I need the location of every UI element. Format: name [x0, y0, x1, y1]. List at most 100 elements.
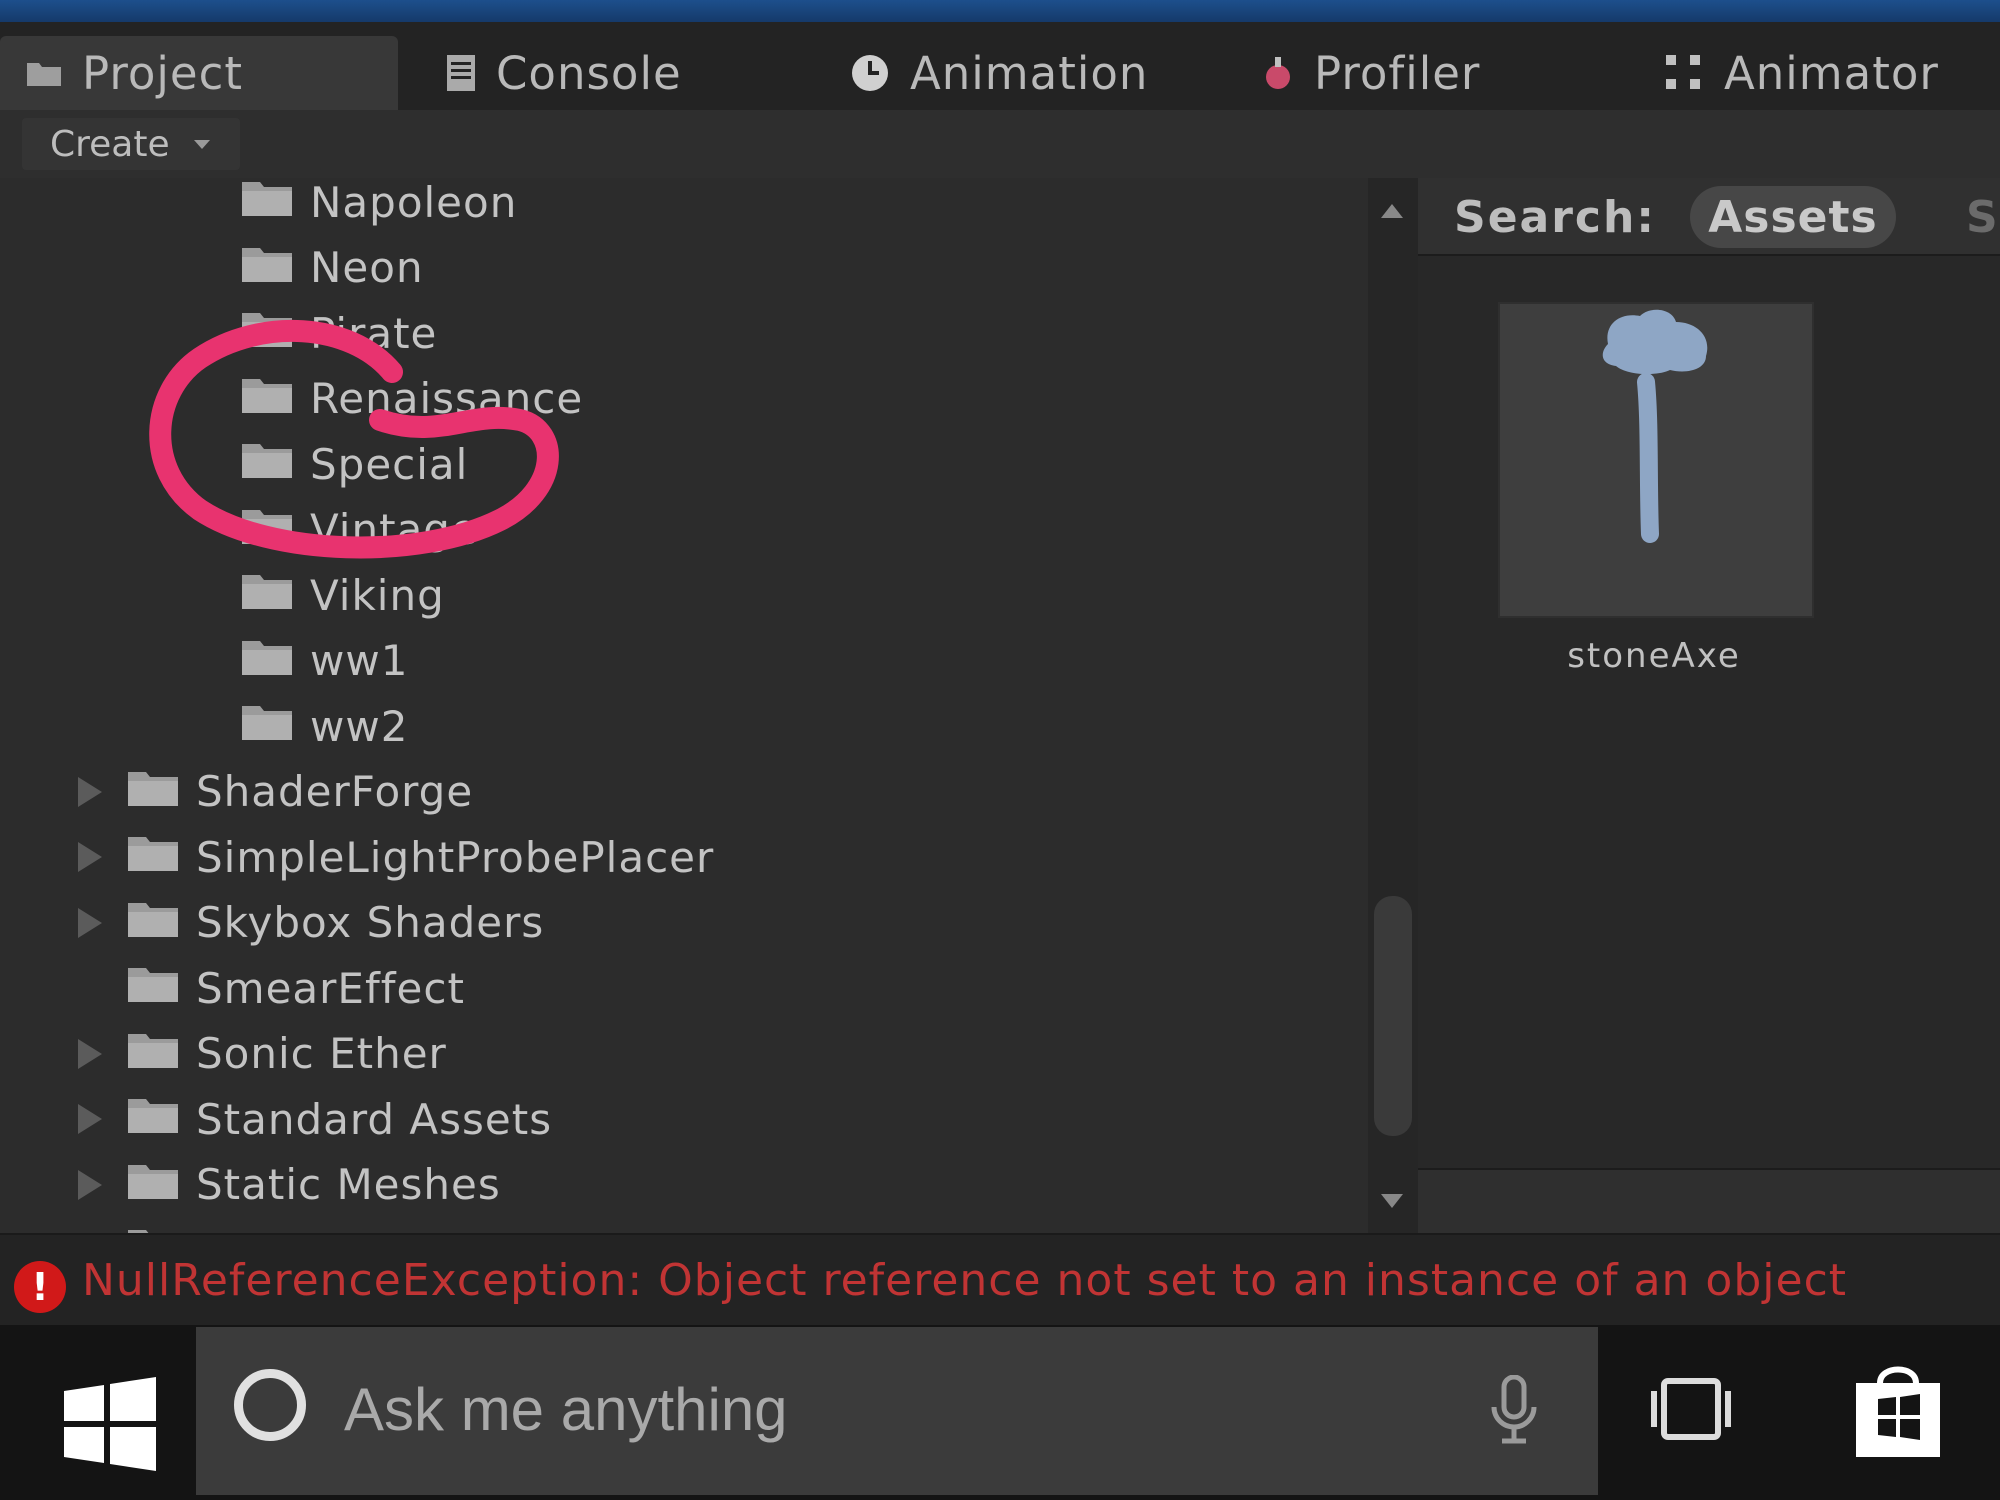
tree-item-folder[interactable]: ww2 [240, 696, 408, 756]
tab-label: Profiler [1314, 46, 1481, 100]
profiler-icon [1262, 55, 1294, 91]
folder-icon [126, 831, 180, 883]
tab-label: Animator [1724, 46, 1939, 100]
project-folder-tree: Napoleon Neon Pirate Renaissance Special Vint… [0, 178, 1368, 1233]
error-icon: ! [14, 1261, 66, 1313]
cortana-search-box[interactable]: Ask me anything [196, 1327, 1598, 1495]
tree-item-folder[interactable]: Viking [240, 565, 445, 625]
tree-item-label: Neon [310, 243, 424, 292]
tree-item-folder[interactable]: ShaderForge [126, 762, 473, 822]
tree-item-label: ww1 [310, 636, 409, 685]
tree-item-label: Viking [310, 570, 445, 620]
folder-icon [240, 242, 294, 294]
tree-item-folder[interactable]: ww1 [240, 631, 408, 691]
folder-icon [240, 438, 294, 490]
tree-item-folder[interactable]: Neon [240, 238, 424, 298]
search-scope-bar: Search: Assets S [1418, 178, 2000, 256]
scrollbar-thumb[interactable] [1374, 896, 1412, 1136]
tree-item-label: Pirate [310, 308, 438, 358]
tree-item-label: Standard Assets [196, 1094, 553, 1144]
tab-console[interactable]: Console [446, 36, 682, 110]
tree-item-folder[interactable]: SmearEffect [126, 958, 465, 1018]
asset-thumbnail[interactable] [1498, 302, 1814, 618]
create-label: Create [50, 123, 170, 165]
folder-icon [126, 1093, 180, 1145]
folder-icon [240, 373, 294, 425]
project-toolbar: Create [0, 110, 2000, 180]
tree-item-folder[interactable]: Renaissance [240, 369, 583, 429]
scroll-up-icon[interactable] [1381, 204, 1403, 218]
window-top-strip [0, 0, 2000, 22]
folder-icon [126, 1159, 180, 1211]
tree-scrollbar[interactable] [1368, 178, 1418, 1233]
expand-arrow-icon[interactable] [78, 842, 102, 872]
folder-icon [240, 569, 294, 621]
folder-icon [126, 897, 180, 949]
tab-label: Console [496, 46, 682, 100]
tab-profiler[interactable]: Profiler [1262, 36, 1480, 110]
expand-arrow-icon[interactable] [78, 1038, 102, 1069]
tree-item-folder[interactable]: Napoleon [240, 178, 517, 232]
tree-item-folder[interactable]: Pirate [240, 303, 437, 363]
expand-arrow-icon[interactable] [78, 907, 102, 938]
folder-icon [240, 700, 294, 752]
tab-project[interactable]: Project [0, 36, 398, 110]
tree-item-label: Renaissance [310, 374, 584, 423]
tree-item-label: SimpleLightProbePlacer [196, 832, 715, 882]
tree-item-folder[interactable]: Standard Assets [126, 1089, 552, 1149]
tree-item-folder[interactable]: Static Meshes [126, 1155, 501, 1215]
folder-icon [126, 962, 180, 1014]
task-view-icon[interactable] [1648, 1377, 1734, 1445]
tab-animator[interactable]: Animator [1664, 36, 1939, 110]
folder-icon [126, 1224, 180, 1233]
folder-icon [126, 1028, 180, 1080]
stone-axe-icon [1602, 309, 1708, 543]
error-message[interactable]: NullReferenceException: Object reference… [82, 1255, 1847, 1306]
create-dropdown-button[interactable]: Create [22, 118, 240, 170]
search-label: Search: [1454, 192, 1656, 243]
tree-item-folder[interactable]: SimpleLightProbePlacer [126, 827, 714, 887]
microphone-icon[interactable] [1488, 1374, 1540, 1449]
tree-item-label: Steampunk Assets [196, 1226, 602, 1234]
folder-icon [26, 59, 62, 87]
editor-tab-bar: Project Console Animation Profiler Anima… [0, 22, 2000, 110]
expand-arrow-icon[interactable] [78, 1104, 102, 1134]
tree-item-label: Vintage [310, 505, 478, 554]
folder-icon [240, 635, 294, 687]
asset-pane-footer [1418, 1168, 2000, 1235]
tree-item-label: Napoleon [310, 178, 518, 227]
windows-start-icon[interactable] [60, 1375, 160, 1475]
folder-icon [126, 766, 180, 818]
store-icon[interactable] [1850, 1361, 1946, 1465]
tree-item-folder[interactable]: Skybox Shaders [126, 893, 544, 953]
tab-label: Project [82, 46, 243, 100]
tab-label: Animation [910, 46, 1149, 100]
dropdown-arrow-icon [193, 139, 210, 149]
clock-icon [850, 53, 890, 93]
tree-item-folder[interactable]: Vintage [240, 500, 478, 560]
tree-item-label: Static Meshes [196, 1160, 501, 1209]
expand-arrow-icon[interactable] [78, 1169, 102, 1200]
tree-item-label: ww2 [310, 701, 409, 751]
folder-icon [240, 504, 294, 556]
console-status-bar[interactable]: ! NullReferenceException: Object referen… [0, 1233, 2000, 1327]
animator-icon [1664, 53, 1704, 93]
search-scope-assets[interactable]: Assets [1690, 186, 1896, 248]
tree-item-folder[interactable]: Steampunk Assets [126, 1220, 602, 1233]
tab-animation[interactable]: Animation [850, 36, 1148, 110]
tree-item-label: Skybox Shaders [196, 898, 545, 947]
folder-icon [240, 307, 294, 359]
console-icon [446, 54, 476, 92]
tree-item-label: Sonic Ether [196, 1029, 447, 1078]
tree-item-label: Special [310, 439, 469, 489]
tree-item-folder[interactable]: Sonic Ether [126, 1024, 447, 1084]
asset-browser-pane: Search: Assets S stoneAxe [1418, 178, 2000, 1235]
expand-arrow-icon[interactable] [78, 776, 102, 807]
tree-item-label: SmearEffect [196, 963, 465, 1013]
scroll-down-icon[interactable] [1381, 1194, 1403, 1208]
tree-item-folder[interactable]: Special [240, 434, 468, 494]
search-scope-next[interactable]: S [1966, 192, 1998, 243]
tree-item-label: ShaderForge [196, 767, 474, 816]
cortana-search-input[interactable]: Ask me anything [344, 1375, 788, 1444]
windows-taskbar: Ask me anything [0, 1325, 2000, 1500]
